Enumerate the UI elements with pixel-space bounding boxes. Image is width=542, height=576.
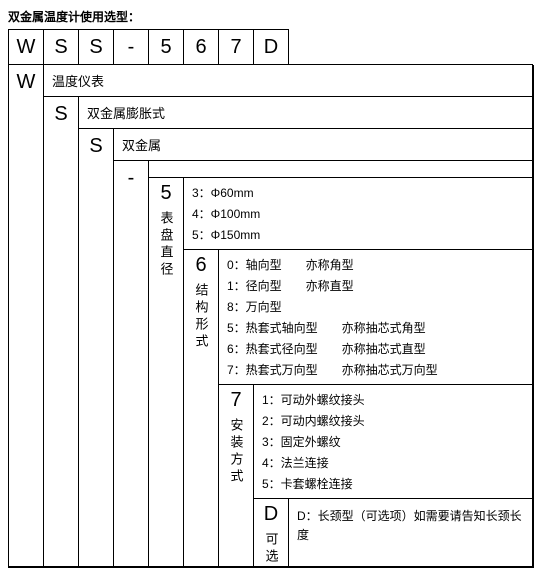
- option: 6：热套式径向型 亦称抽芯式直型: [227, 338, 524, 359]
- option: 7：热套式万向型 亦称抽芯式万向型: [227, 359, 524, 380]
- option: 1：径向型 亦称直型: [227, 275, 524, 296]
- option: 3：Φ60mm: [192, 182, 524, 203]
- option: 5：卡套螺栓连接: [262, 473, 524, 494]
- spec-num: 5: [160, 182, 171, 205]
- level-code: W: [8, 64, 44, 567]
- selection-table: W 温度仪表 S 双金属膨胀式 S 双金属 -: [8, 65, 534, 568]
- level-label: 双金属: [113, 128, 533, 161]
- level-label-empty: [148, 160, 533, 178]
- code-cell: S: [43, 29, 79, 65]
- option: 8：万向型: [227, 296, 524, 317]
- spec-header-6: 6 结构形式: [183, 249, 219, 567]
- page-title: 双金属温度计使用选型：: [8, 8, 534, 25]
- level-label: 双金属膨胀式: [78, 96, 533, 129]
- spec-num: 6: [195, 254, 206, 277]
- specD-text: D：长颈型（可选项）如需要请告知长颈长度: [288, 498, 533, 567]
- option: 2：可动内螺纹接头: [262, 410, 524, 431]
- model-code-row: W S S - 5 6 7 D: [8, 29, 534, 65]
- spec-header-5: 5 表盘直径: [148, 177, 184, 567]
- option: 5：Φ150mm: [192, 224, 524, 245]
- code-cell: 7: [218, 29, 254, 65]
- option: 5：热套式轴向型 亦称抽芯式角型: [227, 317, 524, 338]
- code-cell: D: [253, 29, 289, 65]
- spec-header-7: 7 安装方式: [218, 384, 254, 567]
- option: 1：可动外螺纹接头: [262, 389, 524, 410]
- code-cell: 6: [183, 29, 219, 65]
- spec-num: D: [264, 503, 278, 526]
- level-code: S: [43, 96, 79, 567]
- spec-title: 结构形式: [192, 283, 211, 351]
- option: 4：法兰连接: [262, 452, 524, 473]
- spec6-options: 0：轴向型 亦称角型 1：径向型 亦称直型 8：万向型 5：热套式轴向型 亦称抽…: [218, 249, 533, 385]
- spec-title: 可选: [262, 532, 281, 566]
- spec-num: 7: [230, 389, 241, 412]
- level-code: -: [113, 160, 149, 567]
- option: 0：轴向型 亦称角型: [227, 254, 524, 275]
- level-code: S: [78, 128, 114, 567]
- code-cell: -: [113, 29, 149, 65]
- option: 4：Φ100mm: [192, 203, 524, 224]
- code-cell: W: [8, 29, 44, 65]
- option: 3：固定外螺纹: [262, 431, 524, 452]
- spec-header-d: D 可选: [253, 498, 289, 567]
- level-label: 温度仪表: [43, 64, 533, 97]
- code-cell: 5: [148, 29, 184, 65]
- spec7-options: 1：可动外螺纹接头 2：可动内螺纹接头 3：固定外螺纹 4：法兰连接 5：卡套螺…: [253, 384, 533, 499]
- spec-title: 安装方式: [227, 418, 246, 486]
- code-cell: S: [78, 29, 114, 65]
- spec-title: 表盘直径: [157, 211, 176, 279]
- spec5-options: 3：Φ60mm 4：Φ100mm 5：Φ150mm: [183, 177, 533, 250]
